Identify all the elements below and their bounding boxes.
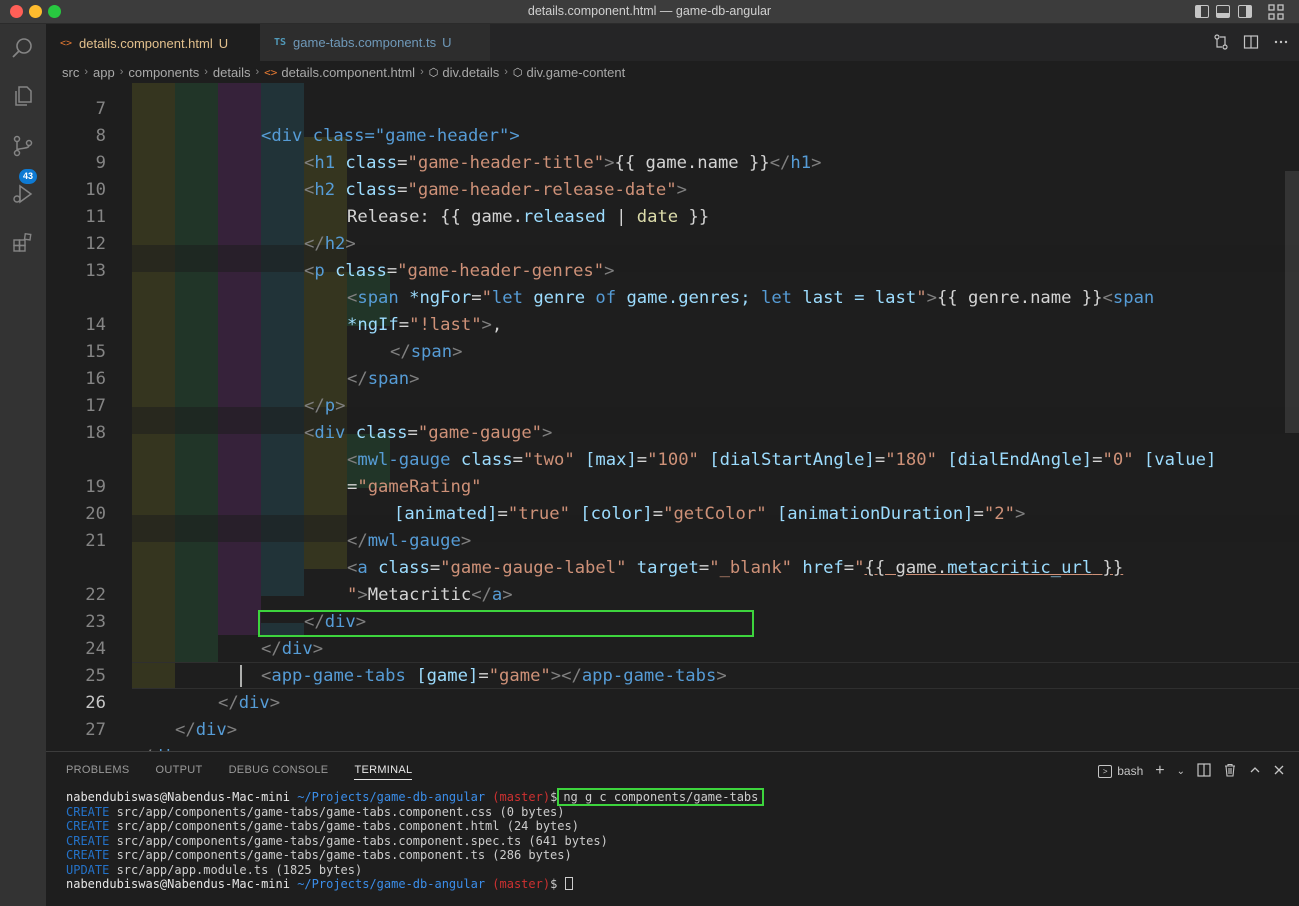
terminal-output[interactable]: nabendubiswas@Nabendus-Mac-mini ~/Projec…	[66, 788, 765, 892]
explorer-files-icon[interactable]	[9, 82, 37, 110]
text-cursor	[240, 665, 242, 687]
breadcrumb: src › app › components › details › <> de…	[46, 61, 1299, 83]
terminal-icon: >	[1098, 764, 1113, 778]
terminal-shell-selector[interactable]: > bash	[1098, 764, 1143, 778]
code-line: 15 </span>	[46, 312, 1299, 389]
search-icon[interactable]	[9, 34, 37, 62]
code-line: 25 </div>	[46, 636, 1299, 713]
trash-icon[interactable]	[1223, 763, 1237, 780]
chevron-right-icon: ›	[420, 66, 424, 78]
chevron-right-icon: ›	[119, 66, 124, 78]
close-panel-icon[interactable]	[1273, 764, 1285, 779]
chevron-right-icon: ›	[255, 66, 260, 78]
breadcrumb-div-game-content[interactable]: div.game-content	[526, 65, 625, 80]
terminal-line: UPDATE src/app/app.module.ts (1825 bytes…	[66, 862, 363, 877]
terminal-command: ng g c components/game-tabs	[557, 788, 765, 806]
tab-terminal[interactable]: TERMINAL	[354, 764, 413, 780]
code-line: 10 Release: {{ game.released | date }}	[46, 150, 1299, 227]
activity-bar: 43	[0, 24, 46, 906]
highlight-box	[258, 610, 754, 637]
code-line: 12 <p class="game-header-genres">	[46, 204, 1299, 281]
toggle-sidebar-icon[interactable]	[1195, 5, 1209, 18]
code-line-active: 26 </div>	[46, 663, 1299, 740]
title-bar: details.component.html — game-db-angular	[0, 0, 1299, 24]
split-editor-icon[interactable]	[1243, 34, 1259, 53]
tab-problems[interactable]: PROBLEMS	[66, 764, 130, 780]
typescript-file-icon: TS	[274, 37, 287, 48]
code-line: 9 <h2 class="game-header-release-date">	[46, 123, 1299, 200]
code-line: 8 <h1 class="game-header-title">{{ game.…	[46, 96, 1299, 173]
code-line: 20 </mwl-gauge>	[46, 474, 1299, 551]
chevron-down-icon[interactable]: ⌄	[1177, 766, 1185, 777]
html-file-icon: <>	[264, 65, 278, 79]
terminal-line: CREATE src/app/components/game-tabs/game…	[66, 833, 608, 848]
toggle-secondary-sidebar-icon[interactable]	[1238, 5, 1252, 18]
toggle-panel-icon[interactable]	[1216, 5, 1230, 18]
html-file-icon: <>	[60, 37, 73, 49]
terminal-line: nabendubiswas@Nabendus-Mac-mini ~/Projec…	[66, 877, 573, 891]
breadcrumb-div-details[interactable]: div.details	[442, 65, 499, 80]
editor-tab-bar: <> details.component.html U TS game-tabs…	[46, 24, 1299, 61]
new-terminal-icon[interactable]: +	[1155, 762, 1164, 780]
editor-scrollbar[interactable]	[1285, 171, 1299, 433]
code-line: 17 <div class="game-gauge">	[46, 366, 1299, 443]
breadcrumb-src[interactable]: src	[62, 65, 79, 80]
code-line-wrap: ">Metacritic</a>	[347, 585, 513, 605]
extensions-icon[interactable]	[9, 228, 37, 256]
customize-layout-icon[interactable]	[1268, 4, 1284, 20]
line-number: 27	[85, 720, 106, 740]
run-debug-icon[interactable]	[9, 180, 37, 208]
terminal-line: nabendubiswas@Nabendus-Mac-mini ~/Projec…	[66, 788, 765, 806]
code-line: 7 <div class="game-header">	[46, 83, 1299, 146]
code-line: 11 </h2>	[46, 177, 1299, 254]
breadcrumb-app[interactable]: app	[93, 65, 115, 80]
untracked-status: U	[442, 35, 452, 50]
code-line: 27 </div>	[46, 690, 1299, 751]
code-line: 13 <span *ngFor="let genre of game.genre…	[46, 231, 1299, 308]
code-line: 23 </div>	[46, 582, 1299, 659]
code-editor[interactable]: 7 <div class="game-header"> 8 <h1 class=…	[46, 83, 1299, 751]
element-cube-icon: ⬡	[512, 66, 523, 79]
terminal-line: CREATE src/app/components/game-tabs/game…	[66, 819, 579, 833]
open-changes-icon[interactable]	[1213, 34, 1229, 53]
split-terminal-icon[interactable]	[1197, 762, 1211, 780]
terminal-line: CREATE src/app/components/game-tabs/game…	[66, 804, 565, 819]
code-line: 16 </p>	[46, 339, 1299, 416]
untracked-status: U	[218, 35, 229, 51]
window-title: details.component.html — game-db-angular	[527, 4, 772, 18]
source-control-icon[interactable]	[9, 132, 37, 160]
terminal-cursor	[564, 877, 573, 890]
breadcrumb-components[interactable]: components	[128, 65, 199, 80]
tab-game-tabs-component-ts[interactable]: TS game-tabs.component.ts U	[260, 24, 490, 61]
breadcrumb-details[interactable]: details	[213, 65, 251, 80]
chevron-right-icon: ›	[204, 66, 208, 78]
tab-label: game-tabs.component.ts	[293, 35, 437, 50]
element-cube-icon: ⬡	[428, 66, 439, 79]
bottom-panel: PROBLEMS OUTPUT DEBUG CONSOLE TERMINAL >…	[46, 751, 1299, 906]
code-line: 21 <a class="game-gauge-label" target="_…	[46, 501, 1299, 578]
code-line-wrap: ="gameRating"	[347, 477, 482, 497]
terminal-line: CREATE src/app/components/game-tabs/game…	[66, 848, 572, 862]
tab-label: details.component.html	[79, 35, 213, 51]
tab-output[interactable]: OUTPUT	[156, 764, 203, 780]
code-line: 19 [animated]="true" [color]="getColor" …	[46, 447, 1299, 524]
shell-name: bash	[1117, 764, 1144, 778]
chevron-right-icon: ›	[84, 66, 89, 78]
chevron-right-icon: ›	[504, 66, 508, 78]
more-actions-icon[interactable]	[1273, 34, 1289, 53]
code-line: 14 </span>	[46, 285, 1299, 362]
code-line: 22 </div>	[46, 555, 1299, 632]
tab-details-component-html[interactable]: <> details.component.html U	[46, 24, 260, 61]
code-line-wrap: *ngIf="!last">,	[347, 315, 503, 335]
code-line: 18 <mwl-gauge class="two" [max]="100" [d…	[46, 393, 1299, 470]
maximize-panel-icon[interactable]	[1249, 764, 1261, 779]
tab-debug-console[interactable]: DEBUG CONSOLE	[229, 764, 329, 780]
breadcrumb-file[interactable]: details.component.html	[281, 65, 415, 80]
